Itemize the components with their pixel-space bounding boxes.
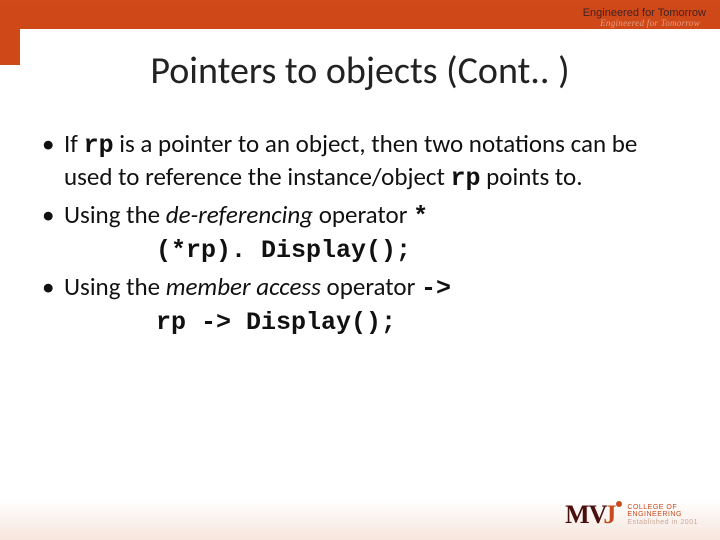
header-subtagline: Engineered for Tomorrow [600, 18, 700, 28]
header-bar: Engineered for Tomorrow Engineered for T… [0, 3, 720, 29]
bullet-1: If rp is a pointer to an object, then tw… [36, 128, 690, 195]
logo-text: COLLEGE OF ENGINEERING Established in 20… [627, 504, 698, 526]
bullet-3-code-arrow: -> [421, 274, 451, 303]
bullet-2-text-a: Using the [64, 199, 166, 230]
bullet-2: Using the de-referencing operator * [36, 199, 690, 232]
code-line-deref: (*rp). Display(); [156, 236, 690, 265]
bullet-1-code-rp-a: rp [84, 131, 114, 160]
logo-j-dot [616, 501, 622, 507]
logo-letter-m: M [565, 500, 589, 529]
logo-text-line3: Established in 2001 [627, 519, 698, 526]
logo-text-line2: ENGINEERING [627, 511, 698, 518]
bullet-1-text-a: If [64, 128, 84, 159]
bullet-list: If rp is a pointer to an object, then tw… [36, 128, 690, 232]
footer-logo: MVJ COLLEGE OF ENGINEERING Established i… [565, 500, 698, 530]
bullet-2-text-b: operator [313, 199, 413, 230]
code-line-arrow: rp -> Display(); [156, 308, 690, 337]
bullet-3-text-a: Using the [64, 271, 166, 302]
bullet-3-text-b: operator [321, 271, 421, 302]
slide-content: If rp is a pointer to an object, then tw… [36, 128, 690, 343]
logo-text-line1: COLLEGE OF [627, 504, 698, 511]
bullet-3-italic: member access [166, 271, 321, 302]
bullet-1-code-rp-b: rp [451, 164, 481, 193]
slide-title: Pointers to objects (Cont.. ) [0, 48, 720, 94]
slide: Engineered for Tomorrow Engineered for T… [0, 0, 720, 540]
bullet-2-code-star: * [413, 202, 428, 231]
bullet-2-italic: de-referencing [166, 199, 313, 230]
bullet-1-text-c: points to. [481, 161, 583, 192]
logo-mark: MVJ [565, 500, 621, 530]
logo-letter-v: V [589, 500, 607, 529]
bullet-list-2: Using the member access operator -> [36, 271, 690, 304]
bullet-3: Using the member access operator -> [36, 271, 690, 304]
